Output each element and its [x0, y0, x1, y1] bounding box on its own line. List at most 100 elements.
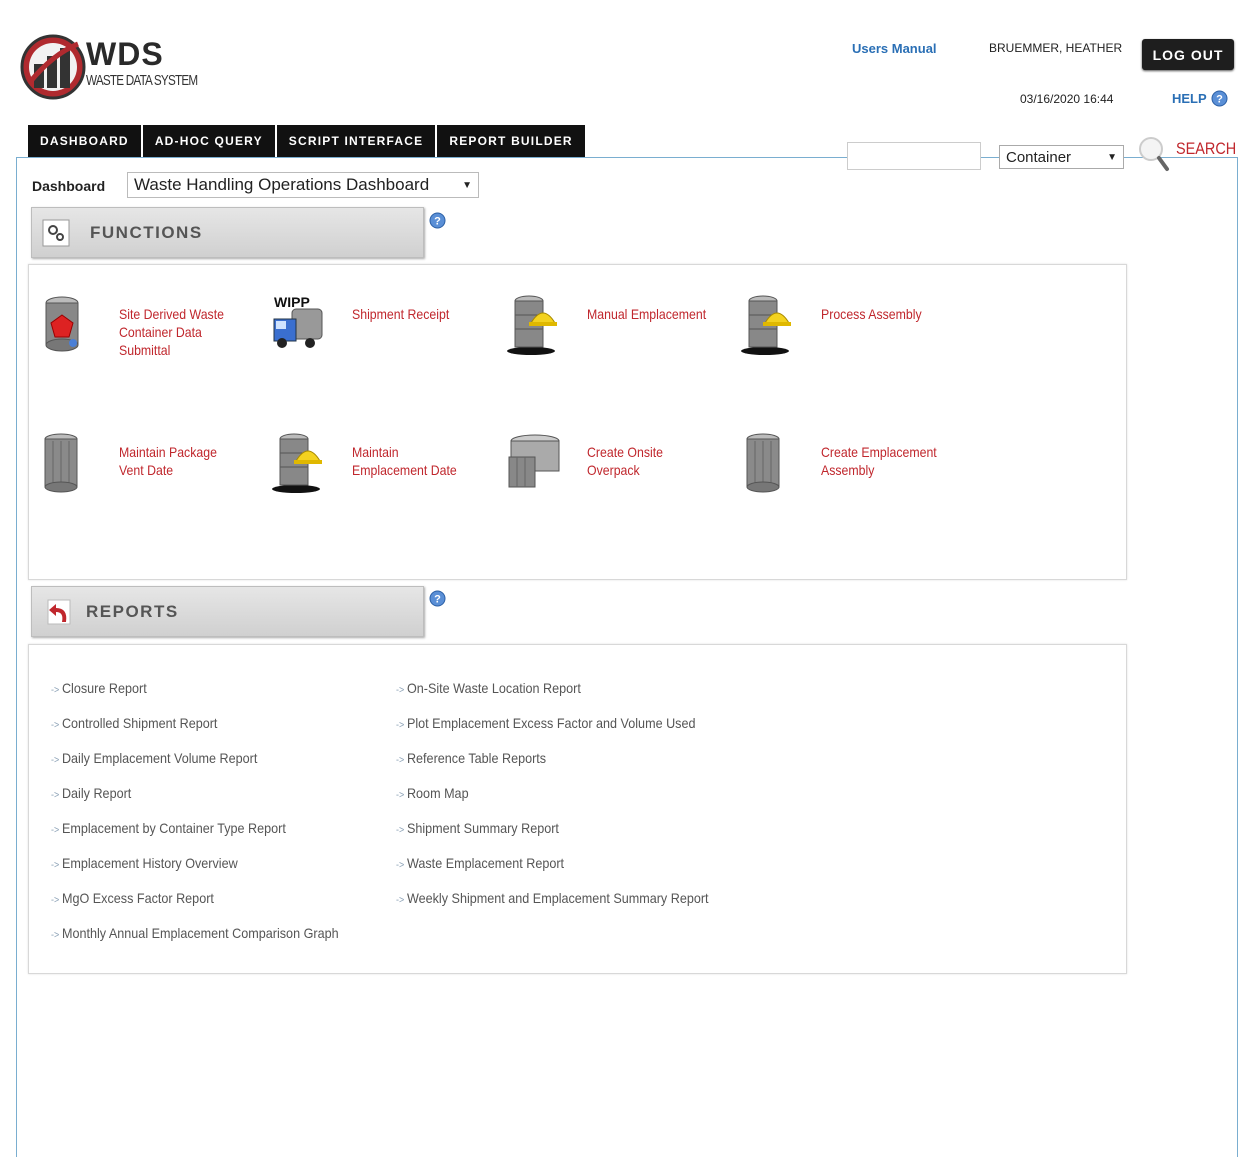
arrow-icon: ->: [51, 930, 60, 941]
report-label: On-Site Waste Location Report: [406, 680, 581, 696]
function-create-onsite-overpack[interactable]: Create Onsite Overpack: [505, 431, 735, 511]
report-link[interactable]: -> Plot Emplacement Excess Factor and Vol…: [396, 715, 695, 731]
report-label: Shipment Summary Report: [406, 820, 559, 836]
report-link[interactable]: -> Weekly Shipment and Emplacement Summar…: [396, 890, 709, 906]
report-link[interactable]: -> Daily Report: [51, 785, 131, 801]
report-link[interactable]: -> Closure Report: [51, 680, 147, 696]
search-type-value: Container: [1006, 148, 1072, 166]
logout-button[interactable]: LOG OUT: [1142, 39, 1234, 70]
current-datetime: 03/16/2020 16:44: [1020, 92, 1114, 106]
svg-text:WIPP: WIPP: [274, 294, 310, 310]
chevron-down-icon: ▼: [1107, 151, 1117, 163]
function-label: Manual Emplacement: [587, 306, 707, 322]
report-link[interactable]: -> Waste Emplacement Report: [396, 855, 564, 871]
report-link[interactable]: -> Reference Table Reports: [396, 750, 546, 766]
drum-icon: [746, 433, 780, 493]
function-maintain-package-vent-date[interactable]: Maintain Package Vent Date: [37, 431, 267, 511]
reports-header: REPORTS: [31, 586, 424, 637]
chevron-down-icon: ▼: [462, 179, 472, 191]
help-label: HELP: [1172, 91, 1207, 106]
tab-report-builder[interactable]: REPORT BUILDER: [437, 125, 585, 157]
function-label: Process Assembly: [821, 306, 922, 322]
report-link[interactable]: -> Shipment Summary Report: [396, 820, 559, 836]
arrow-icon: ->: [396, 720, 405, 731]
report-label: Emplacement History Overview: [61, 855, 238, 871]
function-site-derived-waste[interactable]: Site Derived Waste Container Data Submit…: [37, 293, 267, 373]
report-link[interactable]: -> Emplacement History Overview: [51, 855, 238, 871]
arrow-icon: ->: [51, 860, 60, 871]
report-label: MgO Excess Factor Report: [61, 890, 214, 906]
arrow-icon: ->: [396, 860, 405, 871]
report-link[interactable]: -> Monthly Annual Emplacement Comparison …: [51, 925, 339, 941]
main-tabs: DASHBOARD AD-HOC QUERY SCRIPT INTERFACE …: [28, 125, 585, 157]
database-helmet-icon: [272, 433, 322, 493]
function-shipment-receipt[interactable]: WIPP Shipment Receipt: [270, 293, 500, 373]
user-name: BRUEMMER, HEATHER: [989, 41, 1123, 55]
gears-icon: [42, 219, 70, 246]
function-create-emplacement-assembly[interactable]: Create Emplacement Assembly: [739, 431, 969, 511]
function-label: Create Emplacement Assembly: [821, 444, 937, 478]
logo-subtitle: WASTE DATA SYSTEM: [86, 72, 198, 89]
function-process-assembly[interactable]: Process Assembly: [739, 293, 969, 373]
functions-header: FUNCTIONS: [31, 207, 424, 258]
functions-panel: Site Derived Waste Container Data Submit…: [28, 264, 1127, 580]
arrow-icon: ->: [51, 720, 60, 731]
tab-ad-hoc-query[interactable]: AD-HOC QUERY: [142, 125, 277, 157]
arrow-icon: ->: [396, 895, 405, 906]
report-link[interactable]: -> Room Map: [396, 785, 469, 801]
logo-title: WDS: [86, 36, 164, 72]
tab-script-interface[interactable]: SCRIPT INTERFACE: [276, 125, 438, 157]
report-link[interactable]: -> Daily Emplacement Volume Report: [51, 750, 257, 766]
database-helmet-icon: [741, 295, 791, 355]
report-label: Plot Emplacement Excess Factor and Volum…: [406, 715, 696, 731]
users-manual-link[interactable]: Users Manual: [852, 41, 937, 56]
functions-help-icon[interactable]: ?: [429, 212, 446, 229]
report-link[interactable]: -> MgO Excess Factor Report: [51, 890, 214, 906]
database-submit-icon: [45, 296, 79, 352]
svg-text:?: ?: [434, 216, 441, 228]
report-link[interactable]: -> On-Site Waste Location Report: [396, 680, 581, 696]
function-label: Site Derived Waste Container Data Submit…: [119, 306, 224, 358]
report-label: Daily Report: [61, 785, 132, 801]
report-label: Weekly Shipment and Emplacement Summary …: [406, 890, 709, 906]
report-label: Closure Report: [61, 680, 147, 696]
reports-panel: -> Closure Report -> Controlled Shipment R…: [28, 644, 1127, 974]
report-label: Daily Emplacement Volume Report: [61, 750, 258, 766]
svg-text:?: ?: [1216, 94, 1223, 106]
magnifier-icon[interactable]: [1136, 134, 1172, 172]
report-link[interactable]: -> Controlled Shipment Report: [51, 715, 217, 731]
wipp-truck-icon: WIPP: [273, 294, 323, 348]
search-button[interactable]: SEARCH: [1176, 139, 1236, 159]
search-input[interactable]: [847, 142, 981, 170]
arrow-icon: ->: [396, 825, 405, 836]
dashboard-select[interactable]: Waste Handling Operations Dashboard ▼: [127, 172, 479, 198]
report-label: Room Map: [406, 785, 469, 801]
report-label: Controlled Shipment Report: [61, 715, 218, 731]
dashboard-select-value: Waste Handling Operations Dashboard: [134, 175, 430, 194]
wds-logo[interactable]: WDS WASTE DATA SYSTEM: [20, 34, 220, 106]
function-maintain-emplacement-date[interactable]: Maintain Emplacement Date: [270, 431, 500, 511]
reports-back-arrow-icon: [47, 599, 71, 624]
functions-title: FUNCTIONS: [90, 222, 203, 242]
arrow-icon: ->: [51, 790, 60, 801]
reports-help-icon[interactable]: ?: [429, 590, 446, 607]
drum-icon: [44, 433, 78, 493]
function-label: Create Onsite Overpack: [587, 444, 664, 478]
logo-emblem-icon: [20, 34, 86, 100]
arrow-icon: ->: [396, 685, 405, 696]
report-link[interactable]: -> Emplacement by Container Type Report: [51, 820, 286, 836]
help-link[interactable]: HELP ?: [1172, 90, 1228, 107]
function-label: Maintain Package Vent Date: [119, 444, 217, 478]
function-manual-emplacement[interactable]: Manual Emplacement: [505, 293, 735, 373]
arrow-icon: ->: [396, 755, 405, 766]
report-label: Waste Emplacement Report: [406, 855, 565, 871]
arrow-icon: ->: [396, 790, 405, 801]
search-type-select[interactable]: Container ▼: [999, 145, 1124, 169]
dashboard-label: Dashboard: [32, 178, 106, 194]
arrow-icon: ->: [51, 895, 60, 906]
tab-dashboard[interactable]: DASHBOARD: [28, 125, 143, 157]
database-helmet-icon: [507, 295, 557, 355]
reports-title: REPORTS: [86, 601, 179, 621]
function-label: Shipment Receipt: [352, 306, 450, 322]
function-label: Maintain Emplacement Date: [352, 444, 457, 478]
